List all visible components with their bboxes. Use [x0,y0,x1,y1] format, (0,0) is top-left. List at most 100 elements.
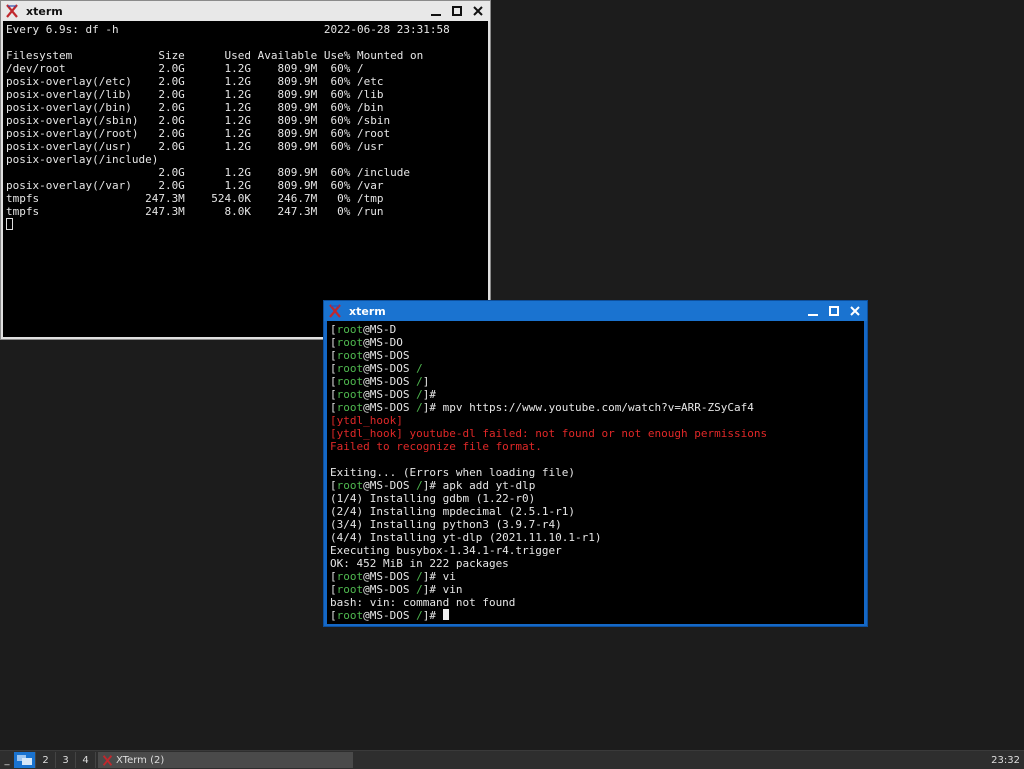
terminal-text: root [336,336,364,349]
window-titlebar[interactable]: xterm [1,1,490,21]
terminal-line: 2.0G 1.2G 809.9M 60% /include [6,166,485,179]
terminal-text: posix-overlay(/root) 2.0G 1.2G 809.9M 60… [6,127,391,140]
terminal-text: ] [422,375,430,388]
terminal-text: [ [330,479,337,492]
terminal-text: / [416,401,423,414]
window-title: xterm [349,304,386,318]
terminal-line: /dev/root 2.0G 1.2G 809.9M 60% / [6,62,485,75]
terminal-text: posix-overlay(/sbin) 2.0G 1.2G 809.9M 60… [6,114,391,127]
terminal-text: Executing busybox-1.34.1-r4.trigger [330,544,562,557]
terminal-text: [ [330,388,337,401]
terminal-text: @MS-DOS [363,349,410,362]
terminal-text: [ [330,323,337,336]
terminal-line: [root@MS-DOS /]# apk add yt-dlp [330,479,861,492]
terminal-line: posix-overlay(/root) 2.0G 1.2G 809.9M 60… [6,127,485,140]
terminal-text: posix-overlay(/etc) 2.0G 1.2G 809.9M 60%… [6,75,384,88]
terminal-text: [ [330,583,337,596]
terminal-text: @MS-DOS [363,570,417,583]
terminal-line: Executing busybox-1.34.1-r4.trigger [330,544,861,557]
terminal-text: [ [330,362,337,375]
terminal-text: ]# mpv https://www.youtube.com/watch?v=A… [422,401,754,414]
terminal-text: root [336,479,364,492]
terminal-line: posix-overlay(/sbin) 2.0G 1.2G 809.9M 60… [6,114,485,127]
terminal-text: Exiting... (Errors when loading file) [330,466,576,479]
terminal-text: @MS-DOS [363,388,417,401]
terminal-line: [root@MS-D [330,323,861,336]
terminal-text: posix-overlay(/bin) 2.0G 1.2G 809.9M 60%… [6,101,384,114]
terminal-text: ]# [422,609,443,622]
terminal-line: (3/4) Installing python3 (3.9.7-r4) [330,518,861,531]
xterm-window-shell[interactable]: xterm [root@MS-D [root@MS-DO [root@MS-DOS[… [323,300,868,627]
terminal-output[interactable]: Every 6.9s: df -h 2022-06-28 23:31:58 Fil… [3,21,488,337]
workspace-4-button[interactable]: 4 [76,752,96,768]
terminal-line: Filesystem Size Used Available Use% Moun… [6,49,485,62]
workspace-1-button[interactable] [14,752,36,768]
minimize-icon[interactable] [427,2,445,20]
terminal-text: @MS-DO [363,336,403,349]
terminal-text: / [416,609,423,622]
terminal-text: tmpfs 247.3M 8.0K 247.3M 0% /run [6,205,384,218]
terminal-text: [ [330,336,337,349]
terminal-text: root [336,583,364,596]
terminal-text: [ytdl_hook] youtube-dl failed: not found… [330,427,768,440]
close-icon[interactable] [469,2,487,20]
terminal-line: [root@MS-DOS / [330,362,861,375]
terminal-text: Failed to recognize file format. [330,440,542,453]
close-icon[interactable] [846,302,864,320]
terminal-text: ]# vin [422,583,463,596]
terminal-line: OK: 452 MiB in 222 packages [330,557,861,570]
terminal-output[interactable]: [root@MS-D [root@MS-DO [root@MS-DOS [root@M… [327,321,864,624]
terminal-text: [ [330,375,337,388]
window-title: xterm [26,4,63,18]
terminal-text: @MS-DOS [363,479,417,492]
terminal-text: /dev/root 2.0G 1.2G 809.9M 60% / [6,62,364,75]
terminal-text: @MS-D [363,323,397,336]
terminal-line: posix-overlay(/usr) 2.0G 1.2G 809.9M 60%… [6,140,485,153]
terminal-line: [root@MS-DO [330,336,861,349]
maximize-icon[interactable] [448,2,466,20]
workspace-3-button[interactable]: 3 [56,752,76,768]
terminal-text: posix-overlay(/usr) 2.0G 1.2G 809.9M 60%… [6,140,384,153]
terminal-line: bash: vin: command not found [330,596,861,609]
terminal-text: [ytdl_hook] [330,414,403,427]
maximize-icon[interactable] [825,302,843,320]
terminal-line: [root@MS-DOS /]# vi [330,570,861,583]
taskbar: _ 2 3 4 XTerm (2) 23:32 [0,750,1024,769]
terminal-text: [ [330,609,337,622]
terminal-text: tmpfs 247.3M 524.0K 246.7M 0% /tmp [6,192,384,205]
task-label: XTerm (2) [116,754,165,766]
window-titlebar[interactable]: xterm [324,301,867,321]
terminal-text: Every 6.9s: df -h 2022-06-28 23:31:58 [6,23,450,36]
minimize-icon[interactable] [804,302,822,320]
text-cursor [442,609,449,620]
terminal-line: tmpfs 247.3M 524.0K 246.7M 0% /tmp [6,192,485,205]
terminal-line: posix-overlay(/var) 2.0G 1.2G 809.9M 60%… [6,179,485,192]
text-cursor [6,218,13,230]
terminal-line: Exiting... (Errors when loading file) [330,466,861,479]
terminal-text: posix-overlay(/var) 2.0G 1.2G 809.9M 60%… [6,179,384,192]
terminal-line: [root@MS-DOS /]# vin [330,583,861,596]
terminal-line: (1/4) Installing gdbm (1.22-r0) [330,492,861,505]
xterm-icon [327,303,343,319]
terminal-line [6,218,485,231]
terminal-text: ]# vi [422,570,456,583]
terminal-text: (4/4) Installing yt-dlp (2021.11.10.1-r1… [330,531,602,544]
terminal-text: @MS-DOS [363,362,417,375]
terminal-line: (4/4) Installing yt-dlp (2021.11.10.1-r1… [330,531,861,544]
terminal-text: root [336,375,364,388]
terminal-text: [ [330,349,337,362]
terminal-text: root [336,570,364,583]
clock: 23:32 [991,754,1020,766]
terminal-text: Filesystem Size Used Available Use% Moun… [6,49,424,62]
xterm-window-df[interactable]: xterm Every 6.9s: df -h 2022-06-28 23:31… [0,0,491,340]
terminal-line: tmpfs 247.3M 8.0K 247.3M 0% /run [6,205,485,218]
menu-button[interactable]: _ [0,752,14,768]
taskbar-task-xterm[interactable]: XTerm (2) [98,752,353,768]
terminal-text: bash: vin: command not found [330,596,516,609]
workspace-2-button[interactable]: 2 [36,752,56,768]
terminal-text: [ [330,401,337,414]
terminal-line: posix-overlay(/bin) 2.0G 1.2G 809.9M 60%… [6,101,485,114]
terminal-text: posix-overlay(/lib) 2.0G 1.2G 809.9M 60%… [6,88,384,101]
